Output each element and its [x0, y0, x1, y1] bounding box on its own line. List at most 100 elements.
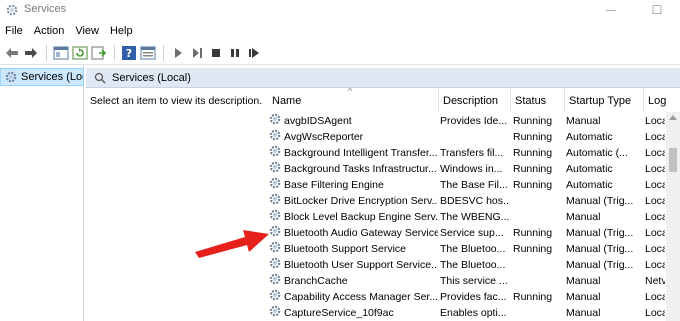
service-description: Provides Ide...: [440, 115, 508, 127]
maximize-button[interactable]: ☐: [634, 0, 680, 20]
pause-icon[interactable]: [226, 44, 244, 62]
pane-header: Services (Local): [86, 68, 680, 88]
service-log-on-as: Loca: [645, 131, 665, 143]
help-icon[interactable]: ?: [120, 44, 138, 62]
svg-text:?: ?: [126, 47, 132, 60]
service-name-cell: Background Tasks Infrastructur...: [268, 161, 438, 177]
service-log-on-as: Loca: [645, 211, 665, 223]
service-startup-type: Automatic: [566, 163, 613, 175]
service-log-on-as: Loca: [645, 115, 665, 127]
minimize-button[interactable]: —: [588, 0, 634, 20]
service-name-cell: Block Level Backup Engine Serv...: [268, 209, 438, 225]
column-header-log-on-as[interactable]: Log: [644, 88, 666, 112]
service-status: [511, 257, 566, 273]
service-description: The Base Fil...: [440, 179, 508, 191]
menu-help[interactable]: Help: [105, 25, 139, 37]
services-gear-icon: [5, 3, 19, 20]
description-text: Select an item to view its description.: [90, 95, 263, 107]
service-name: Block Level Backup Engine Serv...: [284, 211, 438, 223]
export-list-icon[interactable]: [90, 44, 108, 62]
service-startup-type: Manual: [566, 275, 601, 287]
service-startup-type: Manual (Trig...: [566, 243, 634, 255]
column-header-description[interactable]: Description: [439, 88, 511, 112]
service-startup-type: Manual: [566, 307, 601, 319]
service-startup-type: Automatic: [566, 131, 613, 143]
service-log-on-as: Loca: [645, 259, 665, 271]
refresh-icon[interactable]: [71, 44, 89, 62]
service-description: Transfers fil...: [440, 147, 504, 159]
service-status: Running: [513, 131, 553, 143]
table-row[interactable]: AvgWscReporter Running Automatic Loca: [268, 129, 680, 145]
service-status: [511, 273, 566, 289]
service-name: Background Intelligent Transfer...: [284, 147, 438, 159]
service-status: [511, 305, 566, 321]
service-name-cell: BranchCache: [268, 273, 438, 289]
table-row[interactable]: Bluetooth User Support Service... The Blu…: [268, 257, 680, 273]
table-row[interactable]: Background Intelligent Transfer... Transf…: [268, 145, 680, 161]
description-panel: Select an item to view its description.: [86, 88, 266, 321]
table-row[interactable]: Bluetooth Support Service The Bluetoo... R…: [268, 241, 680, 257]
table-row[interactable]: Block Level Backup Engine Serv... The WBE…: [268, 209, 680, 225]
service-startup-type: Manual (Trig...: [566, 227, 634, 239]
service-gear-icon: [268, 209, 282, 225]
table-row[interactable]: Base Filtering Engine The Base Fil... Runn…: [268, 177, 680, 193]
stop-icon[interactable]: [207, 44, 225, 62]
properties-icon[interactable]: [139, 44, 157, 62]
forward-icon[interactable]: [22, 44, 40, 62]
service-status: Running: [513, 227, 553, 239]
column-header-name-label: Name: [272, 95, 302, 107]
tree-item-services-local[interactable]: Services (Loca: [0, 68, 84, 86]
column-header-row: ^ Name Description Status Startup Type L…: [268, 88, 680, 112]
column-header-description-label: Description: [443, 95, 499, 107]
service-name: Base Filtering Engine: [284, 179, 384, 191]
table-row[interactable]: avgbIDSAgent Provides Ide... Running Manual…: [268, 113, 680, 129]
service-gear-icon: [268, 145, 282, 161]
start-service-icon[interactable]: [169, 44, 187, 62]
play-icon[interactable]: [188, 44, 206, 62]
services-list: ^ Name Description Status Startup Type L…: [268, 88, 680, 321]
table-row[interactable]: Capability Access Manager Ser... Provides…: [268, 289, 680, 305]
search-icon: [94, 72, 106, 84]
service-description: Service sup...: [440, 227, 504, 239]
table-row[interactable]: BranchCache This service ... Manual Netv: [268, 273, 680, 289]
service-name-cell: Bluetooth Support Service: [268, 241, 438, 257]
service-status: Running: [513, 115, 553, 127]
table-row[interactable]: Bluetooth Audio Gateway Service Service s…: [268, 225, 680, 241]
table-row[interactable]: CaptureService_10f9ac Enables opti... Manu…: [268, 305, 680, 321]
back-icon[interactable]: [3, 44, 21, 62]
column-header-startup-type-label: Startup Type: [569, 95, 632, 107]
service-gear-icon: [268, 193, 282, 209]
toolbar-separator: [163, 44, 164, 61]
service-log-on-as: Loca: [645, 307, 665, 319]
vertical-scrollbar[interactable]: [666, 112, 680, 321]
scrollbar-thumb[interactable]: [669, 148, 677, 172]
toolbar: ?: [0, 41, 680, 65]
menu-view[interactable]: View: [70, 25, 105, 37]
service-name: avgbIDSAgent: [284, 115, 352, 127]
service-name-cell: CaptureService_10f9ac: [268, 305, 438, 321]
services-gear-icon: [4, 70, 18, 84]
service-name-cell: Base Filtering Engine: [268, 177, 438, 193]
restart-icon[interactable]: [245, 44, 263, 62]
column-header-startup-type[interactable]: Startup Type: [565, 88, 644, 112]
service-startup-type: Manual (Trig...: [566, 259, 634, 271]
console-tree: Services (Loca: [0, 66, 84, 321]
service-gear-icon: [268, 161, 282, 177]
service-name-cell: AvgWscReporter: [268, 129, 438, 145]
service-name: Bluetooth User Support Service...: [284, 259, 438, 271]
service-status: [511, 193, 566, 209]
scroll-up-icon[interactable]: [669, 115, 677, 120]
table-row[interactable]: Background Tasks Infrastructur... Windows…: [268, 161, 680, 177]
column-header-name[interactable]: ^ Name: [268, 88, 439, 112]
table-row[interactable]: BitLocker Drive Encryption Serv... BDESVC…: [268, 193, 680, 209]
service-description: This service ...: [440, 275, 508, 287]
menu-action[interactable]: Action: [29, 25, 71, 37]
service-description: The WBENG...: [440, 211, 509, 223]
service-status: Running: [513, 147, 553, 159]
column-header-status-label: Status: [515, 95, 547, 107]
show-hide-tree-icon[interactable]: [52, 44, 70, 62]
service-startup-type: Manual (Trig...: [566, 195, 634, 207]
column-header-status[interactable]: Status: [511, 88, 565, 112]
service-gear-icon: [268, 113, 282, 129]
menu-file[interactable]: File: [0, 25, 29, 37]
